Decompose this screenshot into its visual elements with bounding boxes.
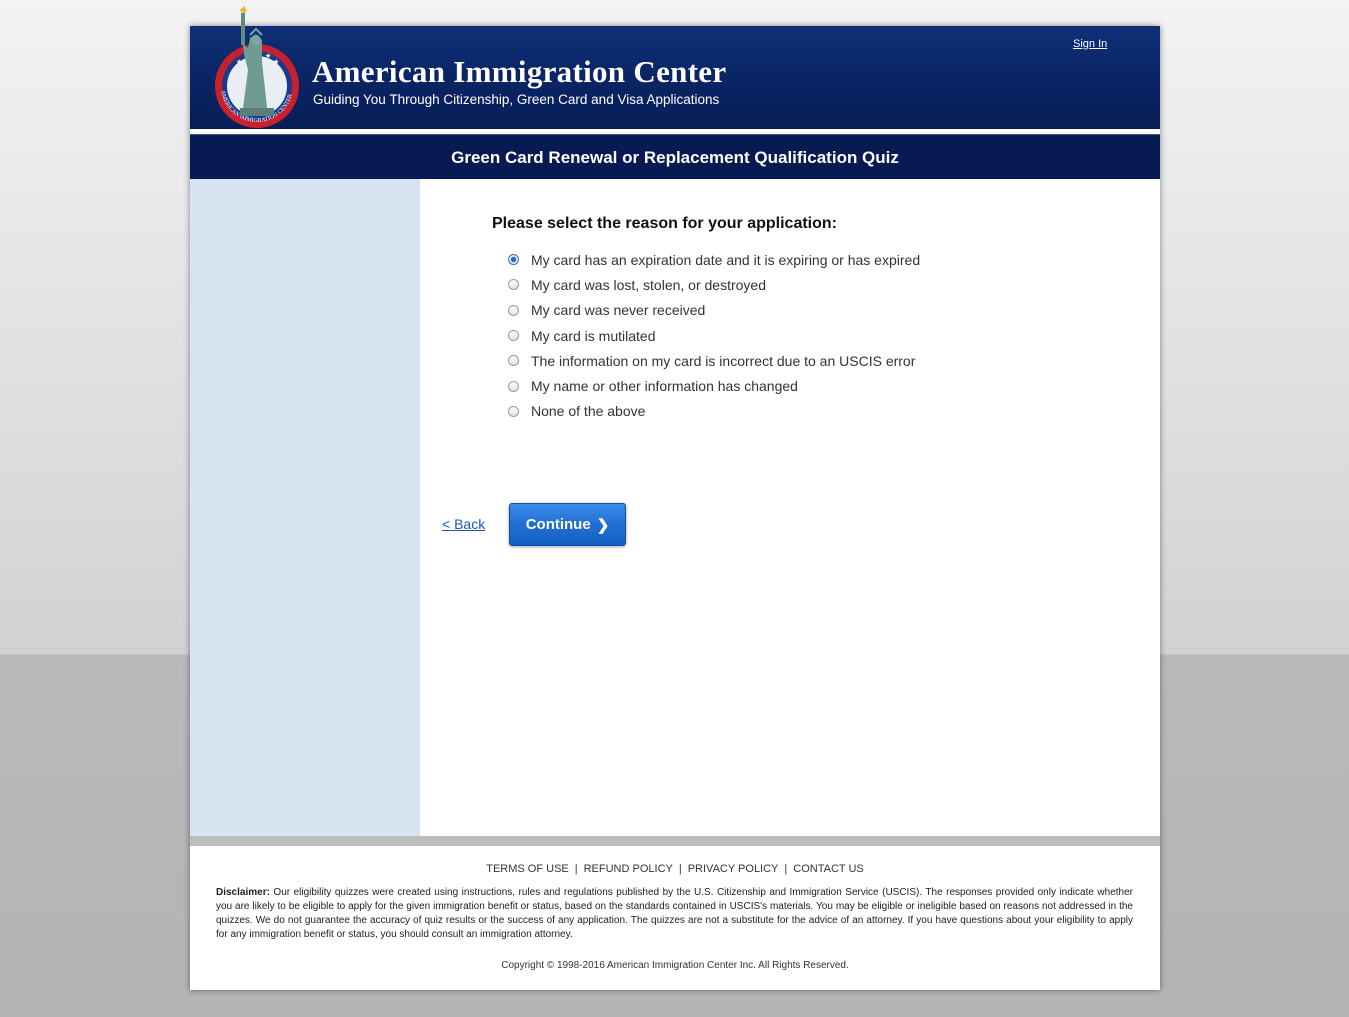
footer-links: TERMS OF USE | REFUND POLICY | PRIVACY POLIC… bbox=[190, 863, 1160, 875]
option-label[interactable]: The information on my card is incorrect … bbox=[531, 353, 915, 369]
continue-label: Continue bbox=[525, 516, 591, 533]
page-container: AMERICAN IMMIGRATION CENTER ★ ★ ★ ★ ★ Am… bbox=[190, 6, 1160, 990]
sign-in-link[interactable]: Sign In bbox=[1073, 38, 1107, 50]
option-label[interactable]: My card was lost, stolen, or destroyed bbox=[531, 277, 766, 293]
back-link[interactable]: < Back bbox=[442, 516, 485, 532]
link-separator: | bbox=[784, 863, 788, 875]
continue-button[interactable]: Continue ❯ bbox=[509, 503, 626, 546]
left-sidebar bbox=[190, 179, 420, 836]
disclaimer-label: Disclaimer: bbox=[216, 887, 270, 898]
option-label[interactable]: My name or other information has changed bbox=[531, 378, 798, 394]
chevron-right-icon: ❯ bbox=[596, 516, 610, 534]
privacy-policy-link[interactable]: PRIVACY POLICY bbox=[688, 863, 779, 875]
radio-button[interactable] bbox=[508, 279, 519, 291]
site-title: American Immigration Center bbox=[312, 54, 727, 89]
terms-of-use-link[interactable]: TERMS OF USE bbox=[486, 863, 569, 875]
statue-of-liberty-logo[interactable]: AMERICAN IMMIGRATION CENTER ★ ★ ★ ★ ★ bbox=[210, 4, 305, 129]
option-label[interactable]: None of the above bbox=[531, 403, 645, 419]
radio-button[interactable] bbox=[508, 380, 519, 392]
reason-options: My card has an expiration date and it is… bbox=[508, 247, 920, 424]
option-label[interactable]: My card has an expiration date and it is… bbox=[531, 252, 920, 268]
radio-button[interactable] bbox=[508, 355, 519, 367]
option-label[interactable]: My card was never received bbox=[531, 302, 705, 318]
disclaimer-text: Our eligibility quizzes were created usi… bbox=[216, 887, 1133, 940]
option-lost-stolen[interactable]: My card was lost, stolen, or destroyed bbox=[508, 272, 920, 297]
radio-button[interactable] bbox=[508, 304, 519, 316]
link-separator: | bbox=[678, 863, 682, 875]
refund-policy-link[interactable]: REFUND POLICY bbox=[584, 863, 673, 875]
radio-button[interactable] bbox=[508, 254, 519, 266]
svg-text:★: ★ bbox=[265, 52, 271, 60]
option-never-received[interactable]: My card was never received bbox=[508, 298, 920, 323]
option-uscis-error[interactable]: The information on my card is incorrect … bbox=[508, 348, 920, 373]
option-info-changed[interactable]: My name or other information has changed bbox=[508, 373, 920, 398]
quiz-main: Please select the reason for your applic… bbox=[420, 179, 1160, 836]
disclaimer: Disclaimer: Our eligibility quizzes were… bbox=[216, 886, 1133, 942]
svg-text:★: ★ bbox=[236, 58, 242, 66]
option-label[interactable]: My card is mutilated bbox=[531, 328, 655, 344]
radio-button[interactable] bbox=[508, 330, 519, 342]
svg-text:★: ★ bbox=[273, 58, 279, 66]
option-none[interactable]: None of the above bbox=[508, 399, 920, 424]
footer-divider bbox=[190, 836, 1160, 846]
site-header: AMERICAN IMMIGRATION CENTER ★ ★ ★ ★ ★ Am… bbox=[190, 6, 1160, 129]
option-mutilated[interactable]: My card is mutilated bbox=[508, 323, 920, 348]
option-expiring[interactable]: My card has an expiration date and it is… bbox=[508, 247, 920, 272]
link-separator: | bbox=[574, 863, 578, 875]
question-heading: Please select the reason for your applic… bbox=[492, 215, 837, 232]
site-tagline: Guiding You Through Citizenship, Green C… bbox=[313, 92, 720, 107]
copyright: Copyright © 1998-2016 American Immigrati… bbox=[501, 960, 849, 971]
contact-us-link[interactable]: CONTACT US bbox=[793, 863, 864, 875]
quiz-title: Green Card Renewal or Replacement Qualif… bbox=[190, 134, 1160, 180]
radio-button[interactable] bbox=[508, 405, 519, 417]
